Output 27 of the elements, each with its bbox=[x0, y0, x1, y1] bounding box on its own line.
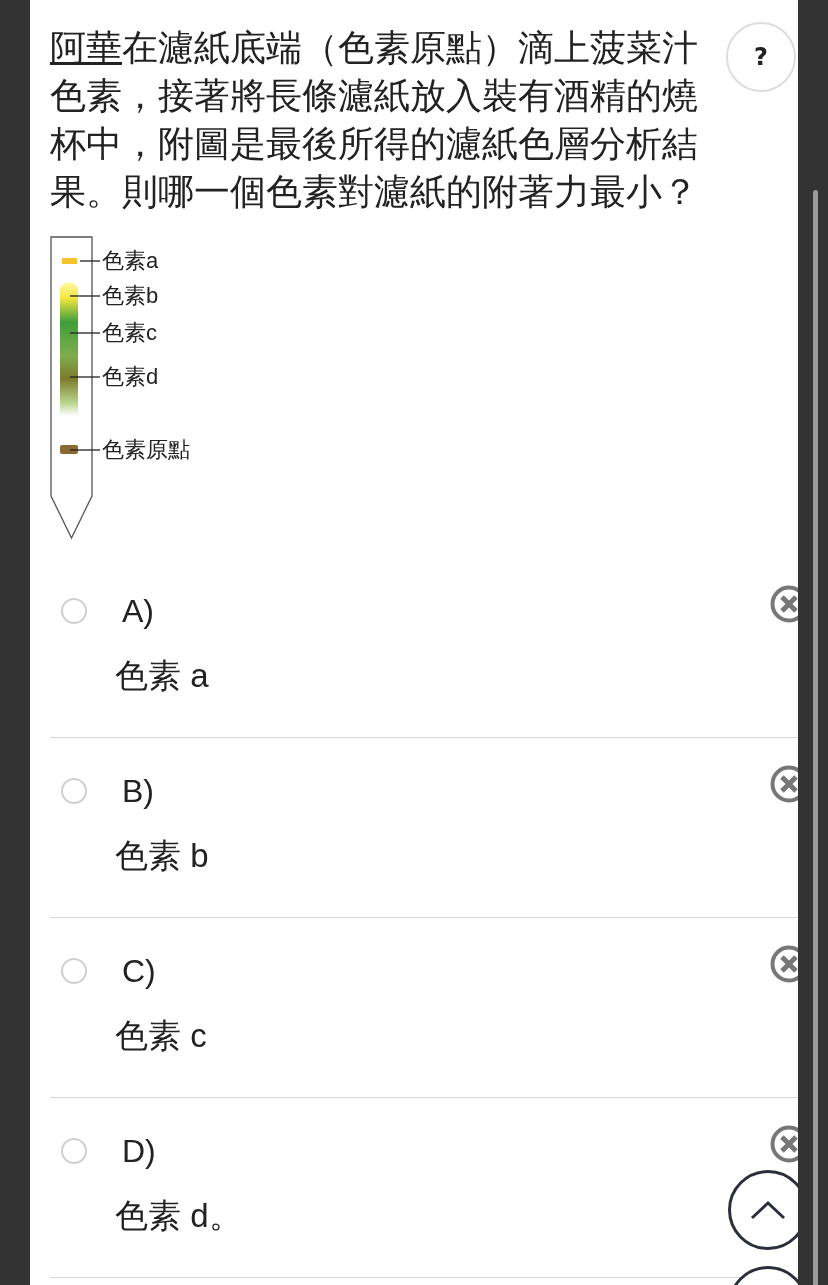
radio-button[interactable] bbox=[61, 958, 87, 984]
option-text: 色素 b bbox=[115, 836, 209, 876]
option-text: 色素 a bbox=[115, 656, 209, 696]
radio-button[interactable] bbox=[61, 598, 87, 624]
scroll-top-button[interactable] bbox=[728, 1170, 798, 1250]
leader-line bbox=[69, 332, 100, 334]
option-letter: D) bbox=[122, 1132, 156, 1170]
option-text: 色素 c bbox=[115, 1016, 207, 1056]
pigment-label: 色素d bbox=[102, 364, 159, 390]
pigment-label: 色素a bbox=[102, 248, 159, 274]
leader-line bbox=[69, 376, 100, 378]
option-text: 色素 d。 bbox=[115, 1196, 242, 1236]
option-letter: B) bbox=[122, 772, 154, 810]
chevron-up-icon bbox=[750, 1200, 786, 1220]
leader-line bbox=[79, 260, 100, 262]
scrollbar[interactable] bbox=[813, 190, 818, 1285]
option-letter: C) bbox=[122, 952, 156, 990]
help-button[interactable]: ? bbox=[726, 22, 796, 92]
option-letter: A) bbox=[122, 592, 154, 630]
radio-button[interactable] bbox=[61, 778, 87, 804]
pigment-label: 色素原點 bbox=[102, 437, 190, 463]
question-text: 阿華在濾紙底端（色素原點）滴上菠菜汁色素，接著將長條濾紙放入裝有酒精的燒杯中，附圖是最後所得的濾紙色層分析結果。則哪一個色素對濾紙的附著力最小？ bbox=[50, 26, 699, 214]
pigment-label: 色素b bbox=[102, 283, 159, 309]
pigment-label: 色素c bbox=[102, 320, 157, 346]
leader-line bbox=[69, 295, 100, 297]
radio-button[interactable] bbox=[61, 1138, 87, 1164]
leader-line bbox=[69, 449, 100, 451]
